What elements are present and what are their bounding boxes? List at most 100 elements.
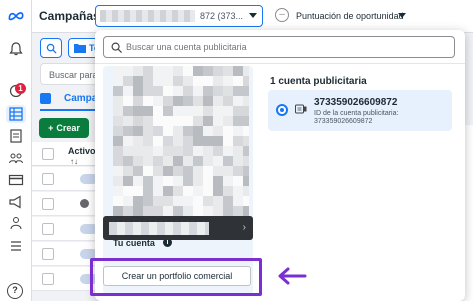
row-checkbox[interactable] [42, 198, 54, 210]
bell-icon[interactable] [6, 40, 26, 58]
mosaic-cell [173, 96, 183, 106]
mosaic-cell [233, 76, 243, 86]
search-button[interactable] [40, 38, 62, 58]
mosaic-cell [163, 66, 173, 76]
mosaic-cell [153, 96, 163, 106]
mosaic-cell [143, 96, 153, 106]
mosaic-cell [193, 196, 203, 206]
megaphone-icon[interactable] [6, 193, 26, 211]
mosaic-cell [183, 76, 193, 86]
mosaic-cell [113, 206, 123, 216]
mosaic-cell [173, 106, 183, 116]
accounts-count-heading: 1 cuenta publicitaria [270, 76, 367, 87]
mosaic-cell [233, 166, 243, 176]
mosaic-cell [243, 166, 249, 176]
mosaic-cell [113, 156, 123, 166]
mosaic-cell [153, 156, 163, 166]
row-checkbox[interactable] [42, 223, 54, 235]
mosaic-cell [123, 76, 133, 86]
mosaic-cell [143, 66, 153, 76]
mosaic-cell [183, 166, 193, 176]
mosaic-cell [173, 156, 183, 166]
mosaic-cell [193, 146, 203, 156]
mosaic-cell [243, 116, 249, 126]
mosaic-cell [153, 86, 163, 96]
menu-icon[interactable] [6, 237, 26, 255]
mosaic-cell [203, 156, 213, 166]
row-checkbox[interactable] [42, 248, 54, 260]
mosaic-cell [203, 116, 213, 126]
mosaic-cell [213, 196, 223, 206]
mosaic-cell [163, 76, 173, 86]
mosaic-cell [193, 106, 203, 116]
mosaic-cell [133, 196, 143, 206]
mosaic-cell [233, 106, 243, 116]
mosaic-cell [113, 66, 123, 76]
account-search-input[interactable] [126, 39, 446, 55]
chevron-down-icon[interactable] [398, 13, 406, 18]
table-row[interactable] [32, 192, 102, 216]
table-row[interactable] [32, 217, 102, 241]
account-selector[interactable]: 872 (373... [95, 5, 263, 27]
mosaic-cell [193, 186, 203, 196]
mosaic-cell [243, 66, 249, 76]
account-search-field[interactable] [103, 36, 455, 58]
mosaic-cell [213, 116, 223, 126]
account-radio-selected[interactable] [276, 104, 288, 116]
mosaic-cell [173, 206, 183, 216]
search-icon [111, 42, 122, 53]
account-name-redacted [109, 222, 209, 235]
mosaic-cell [153, 116, 163, 126]
mosaic-cell [133, 76, 143, 86]
row-checkbox[interactable] [42, 173, 54, 185]
left-nav-rail: 1 ? [0, 0, 32, 301]
mosaic-cell [173, 76, 183, 86]
mosaic-cell [143, 86, 153, 96]
your-account-card[interactable]: › [103, 216, 253, 240]
meta-logo-icon[interactable] [6, 7, 26, 25]
create-button-label: Crear [56, 123, 80, 133]
mosaic-cell [213, 76, 223, 86]
mosaic-cell [143, 186, 153, 196]
mosaic-cell [203, 166, 213, 176]
mosaic-cell [123, 196, 133, 206]
mosaic-cell [223, 86, 233, 96]
column-header-active[interactable]: Activo [68, 146, 96, 156]
select-all-checkbox[interactable] [42, 148, 54, 160]
mosaic-cell [223, 196, 233, 206]
campaign-search-input[interactable]: Buscar para fi [40, 63, 100, 85]
people-icon[interactable] [6, 149, 26, 167]
create-business-portfolio-button[interactable]: Crear un portfolio comercial [103, 266, 251, 286]
audience-icon[interactable] [6, 214, 26, 232]
mosaic-cell [133, 86, 143, 96]
mosaic-cell [163, 186, 173, 196]
mosaic-cell [153, 186, 163, 196]
mosaic-cell [223, 146, 233, 156]
page-title: Campañas [39, 9, 100, 23]
sort-icon[interactable]: ↑↓ [70, 157, 78, 166]
mosaic-cell [243, 136, 249, 146]
card-icon[interactable] [6, 171, 26, 189]
row-checkbox[interactable] [42, 273, 54, 285]
document-icon[interactable] [6, 127, 26, 145]
mosaic-cell [233, 126, 243, 136]
mosaic-cell [113, 196, 123, 206]
mosaic-cell [193, 176, 203, 186]
create-button[interactable]: + Crear [39, 118, 89, 138]
mosaic-cell [123, 206, 133, 216]
top-bar: Campañas 872 (373... – Puntuación de opo… [32, 0, 473, 33]
opportunity-score-dropdown[interactable]: Puntuación de oportunidad [296, 11, 404, 21]
tab-campaigns[interactable]: Campa [64, 93, 97, 104]
table-row[interactable] [32, 167, 102, 191]
ad-account-option[interactable]: 373359026609872 ID de la cuenta publicit… [268, 90, 452, 131]
mosaic-cell [123, 176, 133, 186]
mosaic-cell [183, 196, 193, 206]
mosaic-cell [213, 186, 223, 196]
mosaic-cell [223, 166, 233, 176]
row-toggle[interactable] [80, 199, 89, 208]
mosaic-cell [153, 206, 163, 216]
mosaic-cell [163, 116, 173, 126]
mosaic-cell [143, 156, 153, 166]
grid-icon[interactable] [6, 105, 26, 123]
help-icon[interactable]: ? [7, 283, 23, 299]
